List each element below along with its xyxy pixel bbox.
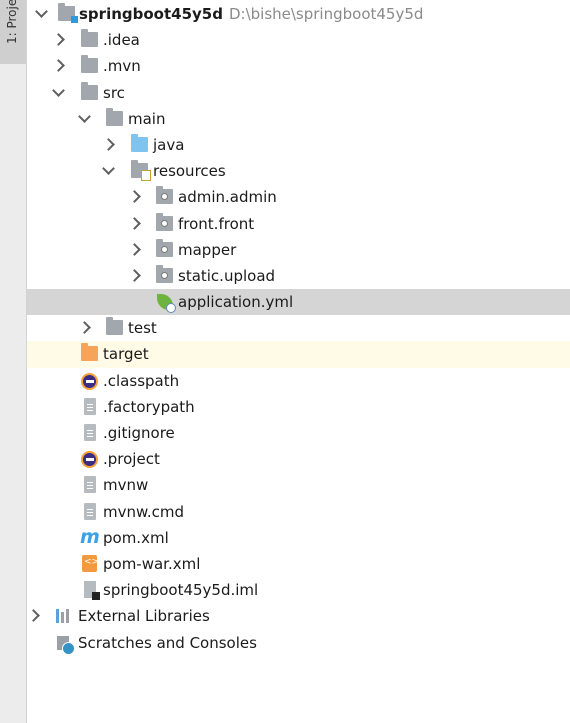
chevron-right-icon[interactable] bbox=[128, 242, 141, 256]
eclipse-icon bbox=[81, 372, 98, 390]
tree-row-java[interactable]: java bbox=[27, 132, 570, 158]
chevron-right-icon[interactable] bbox=[128, 216, 141, 230]
project-path: D:\bishe\springboot45y5d bbox=[228, 5, 424, 23]
tree-item-label: admin.admin bbox=[178, 188, 277, 207]
tree-item-label: .mvn bbox=[103, 57, 141, 76]
chevron-right-icon[interactable] bbox=[102, 138, 115, 151]
tree-item-label: static.upload bbox=[178, 266, 276, 285]
tree-row-admin[interactable]: admin.admin bbox=[27, 184, 570, 210]
package-folder-icon bbox=[156, 212, 173, 231]
tree-row-idea[interactable]: .idea bbox=[27, 27, 570, 53]
resources-folder-icon bbox=[131, 160, 151, 182]
project-tab-label: 1: Project bbox=[5, 0, 19, 44]
chevron-down-icon[interactable] bbox=[35, 5, 48, 18]
spring-config-icon bbox=[157, 294, 176, 314]
text-file-icon bbox=[84, 502, 96, 520]
module-folder-icon bbox=[58, 3, 78, 23]
tree-row-pom[interactable]: m pom.xml bbox=[27, 525, 570, 551]
tree-item-label: src bbox=[103, 83, 125, 102]
tree-item-label: java bbox=[153, 135, 185, 154]
tree-item-label: main bbox=[128, 109, 166, 128]
chevron-right-icon[interactable] bbox=[27, 609, 40, 623]
tree-row-project-root[interactable]: springboot45y5d D:\bishe\springboot45y5d bbox=[27, 1, 570, 27]
tree-row-application-yml[interactable]: application.yml bbox=[27, 289, 570, 316]
tree-row-target[interactable]: target bbox=[27, 341, 570, 368]
tree-row-gitignore[interactable]: .gitignore bbox=[27, 420, 570, 446]
tree-item-label: front.front bbox=[178, 214, 255, 233]
tree-item-label: .project bbox=[103, 450, 160, 469]
tree-row-mvnw[interactable]: mvnw bbox=[27, 472, 570, 498]
tree-item-label: pom.xml bbox=[103, 528, 169, 547]
text-file-icon bbox=[84, 397, 96, 415]
chevron-right-icon[interactable] bbox=[128, 190, 141, 204]
tree-item-label: .idea bbox=[103, 31, 140, 50]
folder-icon bbox=[106, 107, 123, 126]
text-file-icon bbox=[84, 476, 96, 494]
folder-icon bbox=[106, 317, 123, 336]
chevron-down-icon[interactable] bbox=[78, 109, 91, 123]
tree-row-mvnw-cmd[interactable]: mvnw.cmd bbox=[27, 499, 570, 525]
project-name: springboot45y5d bbox=[79, 5, 223, 23]
tree-row-mvn[interactable]: .mvn bbox=[27, 53, 570, 79]
tree-row-iml[interactable]: springboot45y5d.iml bbox=[27, 577, 570, 603]
eclipse-icon bbox=[81, 451, 98, 469]
tree-row-pom-war[interactable]: pom-war.xml bbox=[27, 551, 570, 577]
tree-row-external-libraries[interactable]: External Libraries bbox=[27, 603, 570, 629]
folder-icon bbox=[81, 55, 98, 74]
package-folder-icon bbox=[156, 238, 173, 257]
tree-row-scratches[interactable]: Scratches and Consoles bbox=[27, 630, 570, 656]
tree-item-label: mvnw bbox=[103, 476, 149, 495]
chevron-right-icon[interactable] bbox=[128, 269, 141, 282]
scratches-icon bbox=[57, 635, 75, 655]
folder-icon bbox=[81, 81, 98, 100]
tree-item-label: mvnw.cmd bbox=[103, 502, 185, 521]
tree-item-label: application.yml bbox=[178, 293, 294, 312]
tree-row-classpath[interactable]: .classpath bbox=[27, 368, 570, 394]
tree-row-front[interactable]: front.front bbox=[27, 211, 570, 237]
library-icon bbox=[56, 608, 72, 624]
source-folder-icon bbox=[131, 133, 148, 152]
tree-item-label: resources bbox=[153, 162, 226, 181]
tree-item-label: pom-war.xml bbox=[103, 554, 201, 573]
tree-row-dot-project[interactable]: .project bbox=[27, 446, 570, 472]
tree-item-label: .gitignore bbox=[103, 424, 175, 442]
tree-row-main[interactable]: main bbox=[27, 106, 570, 132]
folder-icon bbox=[81, 29, 98, 48]
tree-row-factorypath[interactable]: .factorypath bbox=[27, 394, 570, 420]
xml-file-icon bbox=[82, 554, 99, 572]
tool-window-strip: 1: Project bbox=[0, 0, 27, 723]
chevron-down-icon[interactable] bbox=[52, 83, 65, 97]
module-file-icon bbox=[84, 581, 100, 601]
project-tree: springboot45y5d D:\bishe\springboot45y5d … bbox=[27, 1, 570, 656]
tree-item-label: target bbox=[103, 345, 149, 364]
chevron-right-icon[interactable] bbox=[52, 59, 65, 73]
chevron-down-icon[interactable] bbox=[102, 162, 115, 175]
tree-item-label: mapper bbox=[178, 240, 237, 259]
tree-row-resources[interactable]: resources bbox=[27, 158, 570, 184]
tree-row-src[interactable]: src bbox=[27, 80, 570, 106]
excluded-folder-icon bbox=[81, 343, 98, 362]
tree-item-label: Scratches and Consoles bbox=[78, 633, 257, 652]
tree-row-static-upload[interactable]: static.upload bbox=[27, 263, 570, 289]
tree-item-label: springboot45y5d.iml bbox=[103, 581, 259, 600]
text-file-icon bbox=[84, 424, 96, 441]
tree-item-label: test bbox=[128, 319, 157, 338]
maven-icon: m bbox=[80, 525, 100, 548]
project-tool-window-tab[interactable]: 1: Project bbox=[0, 0, 26, 64]
tree-row-test[interactable]: test bbox=[27, 315, 570, 341]
package-folder-icon bbox=[156, 264, 173, 283]
tree-row-mapper[interactable]: mapper bbox=[27, 237, 570, 263]
chevron-right-icon[interactable] bbox=[52, 33, 65, 47]
package-folder-icon bbox=[156, 186, 173, 205]
chevron-right-icon[interactable] bbox=[78, 321, 91, 335]
tree-item-label: .factorypath bbox=[103, 397, 195, 416]
tree-item-label: .classpath bbox=[103, 371, 180, 390]
tree-item-label: External Libraries bbox=[78, 607, 210, 626]
